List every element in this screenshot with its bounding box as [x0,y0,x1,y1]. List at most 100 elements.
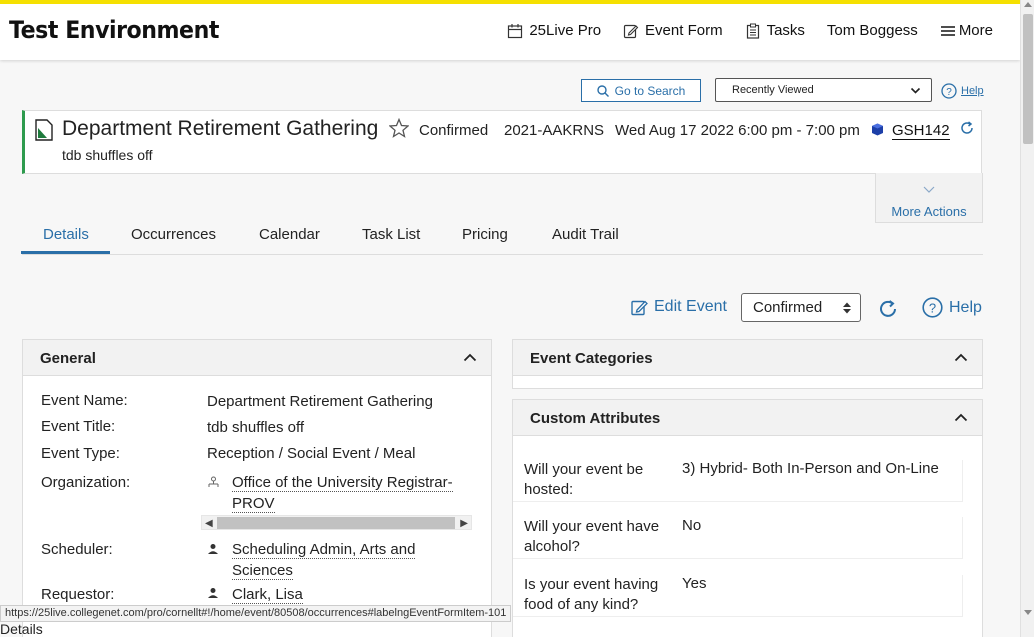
chevron-up-icon[interactable] [954,413,968,422]
attribute-question: Is your event having food of any kind? [524,575,674,615]
clipboard-icon [746,23,759,39]
event-categories-header[interactable]: Event Categories [513,340,982,376]
chevron-down-icon [910,87,921,94]
nav-tasks[interactable]: Tasks [745,22,805,39]
app-title[interactable]: Test Environment [9,16,219,44]
organization-link-cont[interactable]: PROV [232,495,275,513]
general-panel: General Event Name: Department Retiremen… [22,339,492,637]
custom-attributes-panel: Custom Attributes Will your event be hos… [512,399,983,637]
nav-label: 25Live Pro [529,22,602,39]
help-icon: ? [922,297,943,318]
nav-more[interactable]: More [940,22,993,39]
organization-line-1: Office of the University Registrar- [232,474,453,492]
attribute-question-line: hosted: [524,481,574,498]
event-state-select[interactable]: Confirmed [741,293,861,322]
scroll-right-icon[interactable]: ▶ [460,518,468,529]
status-bar-url: https://25live.collegenet.com/pro/cornel… [0,605,512,622]
help-button[interactable]: ? Help [922,297,982,318]
general-panel-header[interactable]: General [23,340,491,376]
event-state: Confirmed [419,122,489,139]
organization-icon [208,476,219,487]
scroll-thumb[interactable] [217,517,455,529]
active-tab-indicator [21,251,110,254]
nav-label: More [958,22,993,39]
attribute-question: Will your event have alcohol? [524,517,674,557]
calendar-icon [508,23,523,38]
event-type-label: Event Type: [41,445,120,462]
organization-link[interactable]: Office of the University Registrar- [232,474,453,492]
edit-event-label: Edit Event [654,298,727,315]
hamburger-icon [940,25,955,36]
attribute-answer: Yes [682,575,707,592]
scroll-up-icon[interactable] [1024,2,1032,7]
scroll-thumb[interactable] [1023,14,1033,144]
help-label: Help [961,85,984,97]
requestor-link[interactable]: Clark, Lisa [232,586,303,604]
tab-task-list[interactable]: Task List [362,226,420,243]
recently-viewed-value: Recently Viewed [732,84,814,96]
chevron-up-icon[interactable] [954,353,968,362]
edit-event-button[interactable]: Edit Event [631,298,727,316]
scheduler-link-cont[interactable]: Sciences [232,562,293,580]
custom-attributes-header[interactable]: Custom Attributes [513,400,982,436]
svg-text:?: ? [929,301,936,316]
event-location-link[interactable]: GSH142 [892,122,950,140]
event-title: tdb shuffles off [62,147,153,163]
help-link-top[interactable]: ? Help [941,83,984,99]
page-scrollbar[interactable] [1020,0,1034,637]
edit-icon [631,300,648,315]
event-state-value: Confirmed [753,299,823,316]
svg-text:?: ? [946,87,952,98]
help-icon: ? [941,83,957,99]
event-reference: 2021-AAKRNS [504,122,605,139]
event-header-card: Department Retirement Gathering Confirme… [22,110,982,174]
custom-attributes-heading: Custom Attributes [530,410,661,427]
recently-viewed-select[interactable]: Recently Viewed [715,78,932,102]
chevron-up-icon[interactable] [463,353,477,362]
refresh-icon[interactable] [959,120,975,136]
custom-attribute-row: Will your event have alcohol? No [513,517,963,559]
nav-25live-pro[interactable]: 25Live Pro [507,22,601,39]
event-categories-panel: Event Categories [512,339,983,389]
event-title-label: Event Title: [41,418,116,435]
attribute-question-line: Will your event be [524,461,644,478]
event-datetime: Wed Aug 17 2022 6:00 pm - 7:00 pm [615,122,860,139]
tab-pricing[interactable]: Pricing [462,226,508,243]
nav-label: Event Form [645,22,723,39]
attribute-question-line: Will your event have [524,518,660,535]
attribute-question: Will your event be hosted: [524,460,674,500]
help-label: Help [949,298,982,316]
person-icon [208,544,218,554]
event-name-value: Department Retirement Gathering [207,393,433,410]
more-actions-label: More Actions [891,204,967,219]
event-icon [35,119,53,141]
scroll-down-icon[interactable] [1024,610,1032,615]
tab-occurrences[interactable]: Occurrences [131,226,216,243]
scroll-left-icon[interactable]: ◀ [205,518,213,529]
nav-event-form[interactable]: Event Form [623,22,723,39]
attribute-answer: 3) Hybrid- Both In-Person and On-Line [682,460,939,477]
star-icon[interactable] [389,118,409,138]
attribute-question-line: food of any kind? [524,596,639,613]
more-actions-button[interactable]: More Actions [875,173,983,223]
go-to-search-label: Go to Search [614,83,686,98]
tab-details[interactable]: Details [43,226,89,243]
scheduler-label: Scheduler: [41,541,113,558]
custom-attribute-row: Is your event having food of any kind? Y… [513,575,963,617]
search-icon [596,84,609,97]
tab-audit-trail[interactable]: Audit Trail [552,226,619,243]
requestor-label: Requestor: [41,586,115,603]
refresh-icon[interactable] [877,298,899,320]
nav-user[interactable]: Tom Boggess [827,22,918,39]
attribute-answer: No [682,517,702,534]
custom-attribute-row: Will your event be hosted: 3) Hybrid- Bo… [513,460,963,502]
location-cube-icon [872,123,883,136]
tab-calendar[interactable]: Calendar [259,226,320,243]
go-to-search-button[interactable]: Go to Search [581,79,701,102]
organization-scrollbar[interactable]: ◀ ▶ [201,515,472,530]
person-icon [208,588,218,598]
scheduler-link[interactable]: Scheduling Admin, Arts and [232,541,416,559]
requestor-value: Clark, Lisa [232,586,303,604]
general-heading: General [40,350,96,367]
top-bar: Test Environment 25Live Pro Event Form T… [0,0,1020,60]
